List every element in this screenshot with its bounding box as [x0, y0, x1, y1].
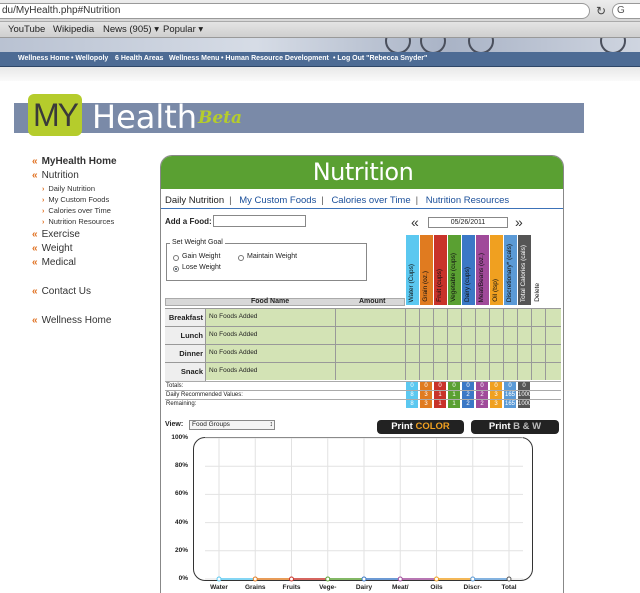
header-banner-image [0, 38, 640, 52]
x-tick-label: Total [501, 584, 517, 591]
sidebar-medical[interactable]: «Medical [32, 257, 76, 268]
x-tick-label: Discr- [463, 584, 482, 591]
logo-health: Health [92, 98, 198, 136]
x-tick-label: Vege- [319, 584, 337, 591]
x-tick-label: Water [210, 584, 228, 591]
chevron-icon: « [32, 257, 38, 268]
chevron-icon: « [32, 170, 38, 181]
search-field[interactable]: G [612, 3, 640, 19]
url-field[interactable]: du/MyHealth.php#Nutrition [0, 3, 590, 19]
sidebar-nutrition[interactable]: «Nutrition [32, 170, 79, 181]
nav-wellopoly[interactable]: • Wellopoly [71, 55, 108, 62]
x-tick-label: Fruits [282, 584, 301, 591]
logo-beta: Beta [198, 108, 243, 128]
nutrition-panel: Nutrition Daily Nutrition | My Custom Foo… [160, 155, 564, 593]
header-divider [0, 67, 640, 81]
y-tick-label: 100% [171, 434, 188, 441]
chevron-icon: › [42, 186, 45, 193]
y-tick-label: 60% [174, 490, 188, 498]
chart-point [216, 576, 222, 582]
chart-svg [205, 437, 523, 582]
sidebar-wellness-home[interactable]: «Wellness Home [32, 315, 111, 326]
sidebar-nutrition-resources[interactable]: › Nutrition Resources [42, 217, 114, 226]
sidebar-myhealth-home[interactable]: «MyHealth Home [32, 156, 117, 167]
chevron-icon: « [32, 156, 38, 167]
chevron-icon: › [42, 197, 45, 204]
y-tick-label: 20% [174, 546, 188, 554]
chart-point [361, 576, 367, 582]
chevron-icon: « [32, 243, 38, 254]
y-tick-label: 80% [174, 462, 188, 470]
bookmark-youtube[interactable]: YouTube [8, 22, 45, 37]
nav-wellness-menu[interactable]: Wellness Menu [169, 55, 219, 62]
chart-point [289, 576, 294, 582]
sidebar-calories-over-time[interactable]: › Calories over Time [42, 206, 111, 215]
sidebar-daily-nutrition[interactable]: › Daily Nutrition [42, 184, 95, 193]
nav-logout[interactable]: • Log Out "Rebecca Snyder" [333, 55, 427, 62]
nav-hr-development[interactable]: • Human Resource Development [221, 55, 329, 62]
chevron-icon: « [32, 229, 38, 240]
x-tick-label: Meat/ [391, 584, 409, 591]
bookmarks-bar: YouTube Wikipedia News (905) ▾ Popular ▾ [0, 22, 640, 38]
chart-point [434, 576, 439, 582]
bookmark-wikipedia[interactable]: Wikipedia [53, 22, 94, 37]
y-tick-label: 40% [174, 518, 188, 526]
sidebar-contact-us[interactable]: «Contact Us [32, 286, 91, 297]
reload-icon[interactable]: ↻ [594, 4, 608, 18]
chevron-icon: « [32, 315, 38, 326]
logo-my[interactable]: MY [28, 94, 82, 136]
nav-health-areas[interactable]: 6 Health Areas [115, 55, 163, 62]
x-tick-label: Oils [430, 584, 443, 591]
bookmark-popular[interactable]: Popular ▾ [163, 22, 203, 37]
chart-point [506, 576, 512, 582]
sidebar-weight[interactable]: «Weight [32, 243, 73, 254]
chevron-icon: › [42, 219, 45, 226]
y-tick-label: 0% [178, 575, 188, 582]
chart-point [252, 576, 258, 582]
site-nav: Wellness Home • Wellopoly 6 Health Areas… [0, 52, 640, 67]
x-tick-label: Grains [244, 584, 266, 591]
sidebar-my-custom-foods[interactable]: › My Custom Foods [42, 195, 109, 204]
chevron-icon: « [32, 286, 38, 297]
chevron-icon: › [42, 208, 45, 215]
chart-point [470, 576, 476, 582]
bookmark-news[interactable]: News (905) ▾ [103, 22, 159, 37]
chart-point [325, 576, 331, 582]
sidebar-exercise[interactable]: «Exercise [32, 229, 80, 240]
x-tick-label: Dairy [355, 584, 373, 591]
chart-point [397, 576, 403, 582]
nav-wellness-home[interactable]: Wellness Home [18, 55, 70, 62]
